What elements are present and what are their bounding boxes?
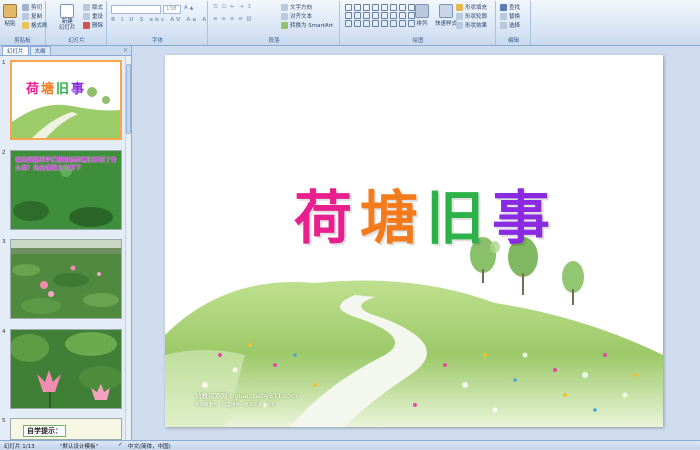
binoculars-icon — [500, 3, 507, 11]
slide-editing-area: 荷塘旧事 幼教资源网 ziyuan.baby611.com 为幼教服务 · 教案… — [133, 46, 700, 440]
slide-number: 2 — [2, 150, 6, 156]
shapes-gallery[interactable] — [345, 4, 416, 27]
align-text-button[interactable]: 对齐文本 — [281, 12, 312, 20]
paragraph-group: ☰ ☷ ⇤ ⇥ ↕ ≡ ≡ ≡ ≡ ▥ 文字方向 对齐文本 转换为 SmartA… — [209, 1, 340, 45]
scroll-thumb[interactable] — [126, 64, 131, 134]
arrange-icon — [415, 4, 429, 18]
align-text-icon — [281, 12, 288, 20]
slide-title[interactable]: 荷塘旧事 — [231, 171, 621, 255]
select-button[interactable]: 选择 — [500, 21, 520, 29]
shape-fill-button[interactable]: 形状填充 — [456, 3, 487, 11]
font-label: 字体 — [151, 38, 163, 44]
tab-outline[interactable]: 大纲 — [29, 46, 51, 55]
slide-thumb-5[interactable]: 自学提示： — [10, 418, 122, 440]
watermark-subtext: 为幼教服务 · 教案课件 · 教育资源 · 试卷 — [195, 403, 276, 408]
cursor-icon — [500, 21, 507, 29]
slide-number: 3 — [2, 239, 6, 245]
text-direction-icon — [281, 3, 288, 11]
ribbon: 粘贴 剪切 复制 格式刷 剪贴板 新建 幻灯片 版式 重设 删除 幻灯片 138… — [0, 0, 700, 46]
slide-thumb-text: 读完课题同学们想知道荷塘旧事说了什么呢？先来读课文了解下 — [15, 157, 118, 172]
editing-group: 查找 替换 选择 编辑 — [497, 1, 531, 45]
fill-icon — [456, 3, 463, 11]
title-char: 塘 — [359, 184, 426, 252]
slide-thumb-3[interactable] — [10, 239, 122, 319]
arrange-button[interactable]: 排列 — [415, 4, 429, 27]
slides-label: 幻灯片 — [68, 38, 85, 44]
scissors-icon — [22, 3, 29, 11]
thumbnail-scrollbar[interactable] — [125, 56, 131, 440]
layout-icon — [83, 3, 90, 11]
panel-tabs: 幻灯片 大纲 × — [0, 46, 131, 56]
font-group: 138 A ▲ B I U S abc AV Aa A 字体 — [108, 1, 208, 45]
layout-button[interactable]: 版式 — [83, 3, 103, 11]
font-size-box[interactable]: 138 — [163, 5, 181, 14]
tab-slides[interactable]: 幻灯片 — [2, 46, 29, 55]
font-format-row: B I U S abc AV Aa A — [111, 17, 209, 23]
close-icon[interactable]: × — [123, 46, 128, 55]
title-char: 旧 — [426, 184, 493, 252]
reset-button[interactable]: 重设 — [83, 12, 103, 20]
slide-number: 1 — [2, 60, 6, 66]
clipboard-group: 粘贴 剪切 复制 格式刷 剪贴板 — [0, 1, 48, 45]
title-char: 荷 — [293, 184, 360, 252]
paragraph-label: 段落 — [268, 38, 280, 44]
copy-icon — [22, 12, 29, 20]
slide-thumb-1[interactable]: 荷塘旧事 — [10, 60, 122, 140]
watermark-text: 幼教资源网 ziyuan.baby611.com — [195, 392, 298, 400]
drawing-label: 绘图 — [412, 38, 424, 44]
list-buttons[interactable]: ☰ ☷ ⇤ ⇥ ↕ — [213, 4, 253, 10]
delete-icon — [83, 21, 90, 29]
paste-button[interactable]: 粘贴 — [3, 4, 17, 27]
new-slide-button[interactable]: 新建 幻灯片 — [59, 4, 76, 31]
slide-number: 5 — [2, 418, 6, 424]
font-name-box[interactable] — [111, 5, 161, 14]
drawing-group: 排列 快速样式 形状填充 形状轮廓 形状效果 绘图 — [341, 1, 496, 45]
new-slide-icon — [60, 4, 75, 18]
replace-button[interactable]: 替换 — [500, 12, 520, 20]
align-buttons[interactable]: ≡ ≡ ≡ ≡ ▥ — [213, 16, 253, 22]
brush-icon — [22, 21, 29, 29]
slide-thumb-title: 荷塘旧事 — [26, 82, 87, 97]
paste-icon — [3, 4, 17, 18]
shape-outline-button[interactable]: 形状轮廓 — [456, 12, 487, 20]
smartart-icon — [281, 21, 288, 29]
reset-icon — [83, 12, 90, 20]
slide-thumbnail-panel: 幻灯片 大纲 × 1 荷塘旧事 2 读完课题同学们想知道荷塘旧事说了什么呢？先来… — [0, 46, 132, 440]
title-char: 事 — [492, 184, 559, 252]
grow-font-button[interactable]: A ▲ — [184, 5, 193, 11]
copy-button[interactable]: 复制 — [22, 12, 42, 20]
outline-icon — [456, 12, 463, 20]
delete-button[interactable]: 删除 — [83, 21, 103, 29]
spellcheck-icon[interactable]: ✓ — [118, 442, 123, 448]
clipboard-label: 剪贴板 — [14, 38, 31, 44]
slide-thumb-text: 自学提示： — [23, 425, 66, 437]
quick-styles-icon — [439, 4, 453, 18]
slides-group: 新建 幻灯片 版式 重设 删除 幻灯片 — [47, 1, 107, 45]
current-slide[interactable]: 荷塘旧事 幼教资源网 ziyuan.baby611.com 为幼教服务 · 教案… — [165, 55, 663, 427]
cut-button[interactable]: 剪切 — [22, 3, 42, 11]
slide-thumb-4[interactable] — [10, 329, 122, 409]
quick-styles-button[interactable]: 快速样式 — [435, 4, 457, 27]
smartart-button[interactable]: 转换为 SmartArt — [281, 21, 333, 29]
replace-icon — [500, 12, 507, 20]
slide-thumb-2[interactable]: 读完课题同学们想知道荷塘旧事说了什么呢？先来读课文了解下 — [10, 150, 122, 230]
status-bar: 幻灯片 1/13 "默认设计模板" ✓ 中文(简体，中国) — [0, 440, 700, 450]
text-direction-button[interactable]: 文字方向 — [281, 3, 312, 11]
effects-icon — [456, 21, 463, 29]
find-button[interactable]: 查找 — [500, 3, 520, 11]
shape-effects-button[interactable]: 形状效果 — [456, 21, 487, 29]
slide-number: 4 — [2, 329, 6, 335]
editing-label: 编辑 — [507, 38, 519, 44]
format-painter-button[interactable]: 格式刷 — [22, 21, 48, 29]
